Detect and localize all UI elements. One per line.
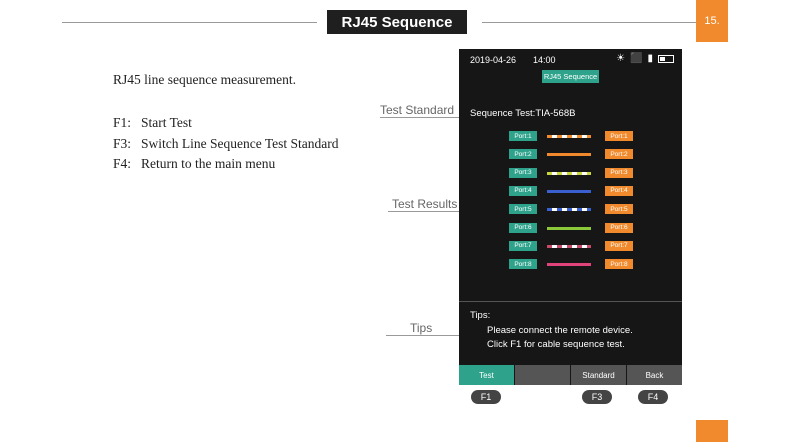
screen-title: RJ45 Sequence [542, 70, 599, 83]
sequence-standard: Sequence Test:TIA-568B [470, 108, 576, 119]
function-key-item: F4: Return to the main menu [113, 154, 339, 175]
callout-line-standard [380, 117, 459, 118]
function-key-item: F3: Switch Line Sequence Test Standard [113, 134, 339, 155]
intro-text: RJ45 line sequence measurement. [113, 72, 296, 87]
status-icons: ☀ ⬛ ▮ [616, 53, 674, 65]
status-bar: 2019-04-26 14:00 ☀ ⬛ ▮ [459, 49, 682, 71]
header-rule-right [482, 22, 726, 23]
callout-tips: Tips [410, 321, 433, 335]
lightbulb-icon: ☀ [616, 53, 626, 64]
port-right-label: Port:6 [605, 222, 633, 233]
function-key-label: F3: [113, 135, 132, 151]
footer-accent [696, 420, 728, 442]
empty-button[interactable] [515, 365, 570, 385]
port-right-label: Port:2 [605, 149, 633, 160]
tips-title: Tips: [470, 310, 491, 321]
standard-button[interactable]: Standard [571, 365, 626, 385]
port-right-label: Port:5 [605, 204, 633, 215]
page-title: RJ45 Sequence [327, 10, 467, 34]
callout-line-results [388, 211, 459, 212]
usb-icon: ⬛ [630, 53, 643, 64]
page-number: 15. [696, 0, 728, 42]
port-row: Port:1 Port:1 [459, 131, 682, 143]
function-key-desc: Switch Line Sequence Test Standard [141, 135, 339, 151]
wire-green [547, 226, 591, 230]
f4-key[interactable]: F4 [638, 390, 668, 404]
port-left-label: Port:8 [509, 259, 537, 270]
port-right-label: Port:8 [605, 259, 633, 270]
port-row: Port:5 Port:5 [459, 204, 682, 216]
port-right-label: Port:4 [605, 185, 633, 196]
port-right-label: Port:7 [605, 240, 633, 251]
callout-test-standard: Test Standard [380, 103, 455, 117]
port-left-label: Port:5 [509, 204, 537, 215]
port-left-label: Port:6 [509, 222, 537, 233]
port-row: Port:4 Port:4 [459, 185, 682, 198]
header-rule-left [62, 22, 317, 23]
port-row: Port:6 Port:6 [459, 222, 682, 235]
wire-blue [547, 189, 591, 193]
callout-line-tips [386, 335, 459, 336]
f1-key[interactable]: F1 [471, 390, 501, 404]
function-key-label: F4: [113, 156, 132, 171]
port-left-label: Port:4 [509, 185, 537, 196]
callout-test-results: Test Results [392, 197, 458, 211]
function-key-label: F1: [113, 115, 132, 130]
sd-card-icon: ▮ [647, 53, 653, 64]
back-button[interactable]: Back [627, 365, 682, 385]
tips-divider [459, 301, 682, 302]
port-left-label: Port:3 [509, 167, 537, 178]
wire-pink [547, 263, 591, 267]
f3-key[interactable]: F3 [582, 390, 612, 404]
wire-white-blue [547, 208, 591, 212]
port-right-label: Port:3 [605, 167, 633, 178]
port-right-label: Port:1 [605, 131, 633, 141]
function-key-desc: Start Test [141, 115, 192, 130]
tips-line: Please connect the remote device. [487, 325, 633, 336]
battery-icon [658, 55, 674, 63]
port-row: Port:8 Port:8 [459, 259, 682, 271]
status-time: 14:00 [533, 55, 556, 65]
wire-white-green [547, 171, 591, 175]
status-date: 2019-04-26 [470, 55, 517, 65]
tips-line: Click F1 for cable sequence test. [487, 339, 625, 350]
port-row: Port:7 Port:7 [459, 240, 682, 253]
device-screen: 2019-04-26 14:00 ☀ ⬛ ▮ RJ45 Sequence Seq… [459, 49, 682, 385]
wire-orange [547, 153, 591, 157]
function-key-desc: Return to the main menu [141, 156, 276, 171]
port-row: Port:3 Port:3 [459, 167, 682, 180]
function-key-item: F1: Start Test [113, 113, 339, 134]
function-bar: Test Standard Back [459, 365, 682, 385]
wire-white-orange [547, 135, 591, 138]
port-row: Port:2 Port:2 [459, 149, 682, 161]
port-left-label: Port:1 [509, 131, 537, 141]
port-left-label: Port:2 [509, 149, 537, 160]
port-left-label: Port:7 [509, 240, 537, 251]
function-key-list: F1: Start Test F3: Switch Line Sequence … [113, 113, 339, 175]
test-button[interactable]: Test [459, 365, 514, 385]
wire-white-brown [547, 244, 591, 248]
